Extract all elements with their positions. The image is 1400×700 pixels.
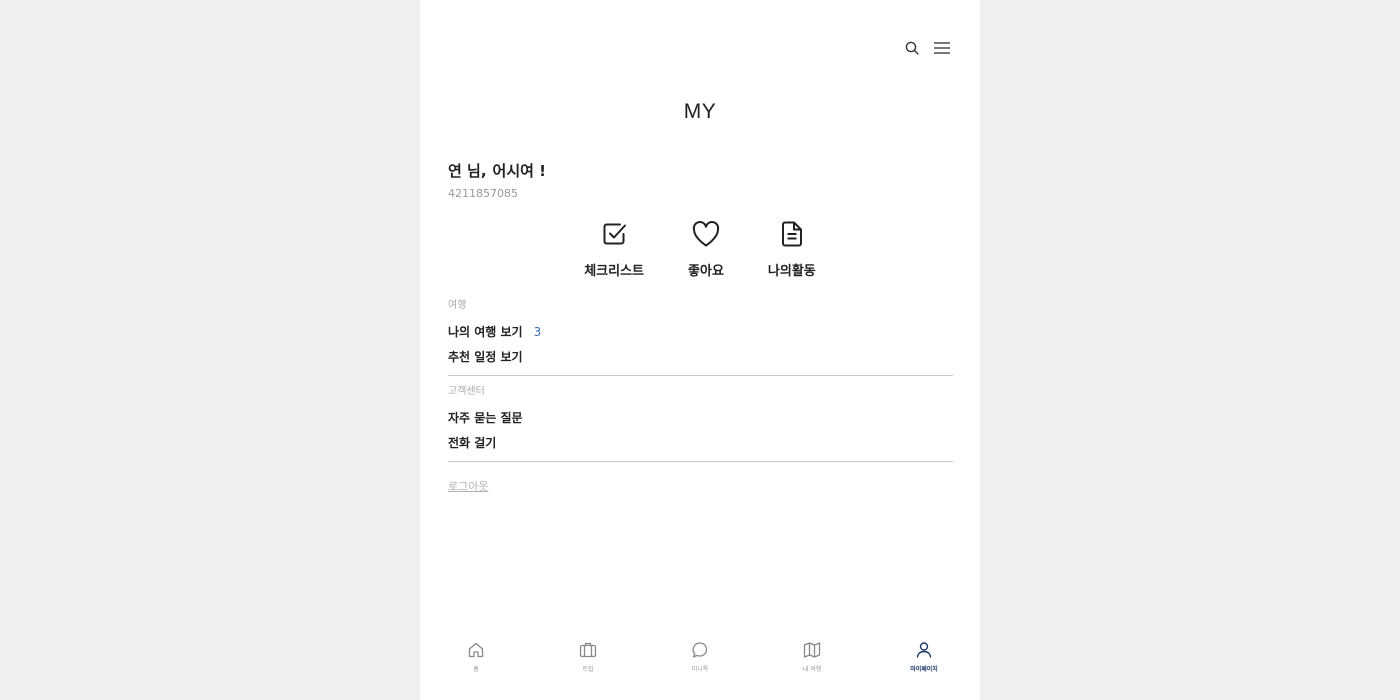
- map-icon: [803, 641, 821, 663]
- my-activity-button[interactable]: 나의활동: [768, 218, 816, 279]
- nav-my-trip[interactable]: 내 여행: [784, 641, 840, 673]
- checkbox-icon: [600, 218, 628, 250]
- bottom-navigation: 홈 트립 미니톡 내 여행 마이페이지: [420, 641, 980, 673]
- section-divider: [448, 375, 953, 376]
- heart-icon: [691, 218, 721, 250]
- document-icon: [780, 218, 804, 250]
- recommended-schedule-link[interactable]: 추천 일정 보기: [448, 344, 953, 369]
- user-name: 연 님,: [448, 162, 487, 180]
- likes-button[interactable]: 좋아요: [688, 218, 724, 279]
- likes-label: 좋아요: [688, 264, 724, 279]
- nav-trip[interactable]: 트립: [560, 641, 616, 673]
- nav-home[interactable]: 홈: [448, 641, 504, 673]
- quick-actions: 체크리스트 좋아요 나의활동: [420, 218, 980, 279]
- recommended-schedule-label: 추천 일정 보기: [448, 350, 523, 364]
- logout-link[interactable]: 로그아웃: [448, 478, 488, 494]
- checklist-button[interactable]: 체크리스트: [584, 218, 644, 279]
- user-icon: [915, 641, 933, 663]
- nav-home-label: 홈: [473, 666, 479, 673]
- nav-mypage[interactable]: 마이페이지: [896, 641, 952, 673]
- faq-label: 자주 묻는 질문: [448, 411, 523, 425]
- greeting-text: 연 님, 어시여 !: [448, 160, 546, 181]
- trip-count-badge: 3: [533, 324, 542, 339]
- nav-minitalk-label: 미니톡: [691, 666, 709, 673]
- top-bar: [902, 38, 952, 58]
- hamburger-menu-icon[interactable]: [932, 38, 952, 58]
- mobile-screen: MY 연 님, 어시여 ! 4211857085 체크리스트 좋아요 나의활동: [420, 0, 980, 700]
- nav-trip-label: 트립: [582, 666, 594, 673]
- nav-my-trip-label: 내 여행: [802, 666, 822, 673]
- my-trips-label: 나의 여행 보기: [448, 325, 523, 339]
- trip-section: 여행 나의 여행 보기 3 추천 일정 보기: [448, 296, 953, 376]
- nav-minitalk[interactable]: 미니톡: [672, 641, 728, 673]
- call-link[interactable]: 전화 걸기: [448, 430, 953, 455]
- home-icon: [467, 641, 485, 663]
- trip-section-title: 여행: [448, 300, 467, 311]
- call-label: 전화 걸기: [448, 436, 497, 450]
- greeting-message: 어시여 !: [492, 162, 546, 180]
- my-activity-label: 나의활동: [767, 264, 816, 279]
- page-title: MY: [683, 100, 717, 123]
- suitcase-icon: [579, 641, 597, 663]
- search-icon[interactable]: [902, 38, 922, 58]
- faq-link[interactable]: 자주 묻는 질문: [448, 405, 953, 430]
- user-id: 4211857085: [448, 187, 518, 200]
- user-greeting: 연 님, 어시여 ! 4211857085: [448, 160, 546, 200]
- my-trips-link[interactable]: 나의 여행 보기 3: [448, 319, 953, 344]
- chat-icon: [691, 641, 709, 663]
- nav-mypage-label: 마이페이지: [910, 666, 938, 673]
- section-divider: [448, 461, 953, 462]
- support-section: 고객센터 자주 묻는 질문 전화 걸기: [448, 382, 953, 462]
- checklist-label: 체크리스트: [584, 264, 645, 279]
- support-section-title: 고객센터: [448, 386, 485, 397]
